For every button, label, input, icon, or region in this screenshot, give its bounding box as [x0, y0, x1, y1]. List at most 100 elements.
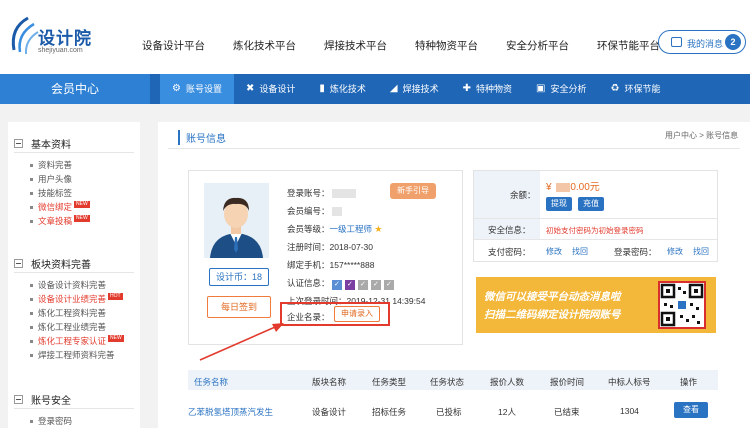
divider [168, 148, 740, 149]
cert-badge-icon[interactable]: ✓ [383, 280, 394, 290]
retrieve-login-password-link[interactable]: 找回 [693, 246, 709, 257]
balance-value: ¥ 0.00元 [546, 178, 600, 193]
sidebar: 基本资料 资料完善 用户头像 技能标签 微信绑定 NEW 文章投稿 NEW 板块资料… [8, 122, 140, 428]
tab-account-settings[interactable]: ⚙ 账号设置 [160, 74, 234, 104]
sidebar-item-profile[interactable]: 资料完善 [30, 159, 72, 171]
modify-pay-password-link[interactable]: 修改 [546, 246, 562, 257]
bullet [30, 164, 33, 168]
sub-navigation: ⚙ 账号设置 ✖ 设备设计 ▮ 炼化技术 ◢ 焊接技术 ✚ 特种物资 ▣ 安全分… [160, 74, 673, 104]
cert-badge-icon[interactable]: ✓ [370, 280, 381, 290]
coin-balance-button[interactable]: 设计币：18 [209, 268, 269, 286]
bullet [30, 298, 33, 302]
account-row: 登录账号： [287, 187, 356, 199]
withdraw-button[interactable]: 提现 [546, 197, 572, 211]
newbie-guide-button[interactable]: 新手引导 [390, 183, 436, 199]
sidebar-item-refining-profile[interactable]: 炼化工程资料完善 [30, 307, 106, 319]
column-header: 任务类型 [372, 377, 407, 387]
nav-refining[interactable]: 炼化技术平台 [233, 38, 296, 53]
item-label: 技能标签 [38, 188, 73, 198]
sidebar-item-equip-profile[interactable]: 设备设计资料完善 [30, 279, 106, 291]
nav-special-materials[interactable]: 特种物资平台 [415, 38, 478, 53]
hot-badge: HOT [108, 293, 123, 300]
breadcrumb: 用户中心 > 账号信息 [665, 131, 739, 140]
sidebar-item-article[interactable]: 文章投稿 NEW [30, 215, 90, 227]
register-label: 注册时间： [287, 242, 330, 252]
sidebar-section-security[interactable]: 账号安全 [14, 392, 71, 407]
sidebar-item-skills[interactable]: 技能标签 [30, 187, 72, 199]
column-header: 报价时间 [550, 377, 585, 387]
tab-special-materials[interactable]: ✚ 特种物资 [451, 74, 524, 104]
level-link[interactable]: 一级工程师 [330, 224, 373, 234]
bullet [30, 354, 33, 358]
modify-login-password-link[interactable]: 修改 [667, 246, 683, 257]
bullet [30, 312, 33, 316]
pay-password-label: 支付密码： [488, 247, 531, 257]
daily-signin-button[interactable]: 每日签到 [207, 296, 271, 318]
tab-label: 炼化技术 [329, 84, 366, 94]
torch-icon: ◢ [389, 83, 398, 94]
masked-value [331, 207, 342, 217]
sidebar-item-refining-expert[interactable]: 炼化工程专家认证 NEW [30, 335, 124, 347]
bullet [30, 192, 33, 196]
currency: ¥ [546, 182, 552, 193]
tab-equipment-design[interactable]: ✖ 设备设计 [234, 74, 307, 104]
sidebar-item-login-password[interactable]: 登录密码 [30, 415, 72, 427]
member-center-title[interactable]: 会员中心 [0, 74, 150, 104]
recharge-button[interactable]: 充值 [578, 197, 604, 211]
new-badge: NEW [74, 201, 90, 208]
retrieve-pay-password-link[interactable]: 找回 [572, 246, 588, 257]
sidebar-item-equip-performance[interactable]: 设备设计业绩完善 HOT [30, 293, 123, 305]
tab-safety-analysis[interactable]: ▣ 安全分析 [524, 74, 598, 104]
tab-eco-energy[interactable]: ♻ 环保节能 [599, 74, 673, 104]
tab-label: 特种物资 [476, 84, 513, 94]
sidebar-section-basic[interactable]: 基本资料 [14, 136, 71, 151]
sidebar-item-wechat[interactable]: 微信绑定 NEW [30, 201, 90, 213]
sidebar-item-refining-performance[interactable]: 炼化工程业绩完善 [30, 321, 106, 333]
column-header: 操作 [680, 377, 698, 387]
member-no-label: 会员编号： [287, 206, 330, 216]
item-label: 炼化工程专家认证 [38, 336, 107, 346]
bullet [30, 284, 33, 288]
login-password-label: 登录密码： [614, 247, 657, 257]
nav-safety-analysis[interactable]: 安全分析平台 [506, 38, 569, 53]
avatar[interactable] [204, 183, 269, 258]
register-value: 2018-07-30 [329, 242, 373, 252]
tab-label: 焊接技术 [402, 84, 439, 94]
nav-eco-energy[interactable]: 环保节能平台 [597, 38, 660, 53]
register-row: 注册时间：2018-07-30 [287, 241, 373, 253]
apply-entry-button[interactable]: 申请录入 [334, 306, 380, 322]
sidebar-item-avatar[interactable]: 用户头像 [30, 173, 72, 185]
item-label: 炼化工程资料完善 [38, 308, 107, 318]
item-label: 文章投稿 [38, 216, 73, 226]
tools-icon: ✖ [245, 83, 255, 94]
bullet [30, 340, 33, 344]
cert-badge-icon[interactable]: ✓ [344, 280, 355, 290]
cert-badge-icon[interactable]: ✓ [331, 280, 342, 290]
user-avatar-icon [204, 183, 269, 258]
section-title: 板块资料完善 [31, 260, 91, 271]
sidebar-item-welding-profile[interactable]: 焊接工程师资料完善 [30, 349, 115, 361]
tab-label: 账号设置 [185, 84, 222, 94]
column-header: 中标人标号 [608, 377, 651, 387]
task-name-link[interactable]: 乙苯脱氢塔顶蒸汽发生 [188, 406, 273, 418]
column-header: 版块名称 [312, 377, 347, 387]
nav-equipment-design[interactable]: 设备设计平台 [142, 38, 205, 53]
cert-badge-icon[interactable]: ✓ [357, 280, 368, 290]
nav-welding[interactable]: 焊接技术平台 [324, 38, 387, 53]
account-label: 登录账号： [287, 188, 330, 198]
wechat-banner[interactable]: 微信可以接受平台动态消息啦 扫描二维码绑定设计院网账号 [476, 277, 716, 333]
balance-amount: 0.00元 [570, 182, 600, 193]
gear-icon: ⚙ [172, 83, 181, 94]
tab-welding[interactable]: ◢ 焊接技术 [378, 74, 451, 104]
task-winner-no: 1304 [620, 406, 639, 416]
top-navigation: 设备设计平台 炼化技术平台 焊接技术平台 特种物资平台 安全分析平台 环保节能平… [142, 38, 688, 53]
item-label: 设备设计业绩完善 [38, 294, 107, 304]
sidebar-section-board[interactable]: 板块资料完善 [14, 256, 91, 271]
materials-icon: ✚ [462, 83, 472, 94]
tab-refining[interactable]: ▮ 炼化技术 [307, 74, 378, 104]
view-task-button[interactable]: 查看 [674, 402, 708, 418]
my-messages-button[interactable]: 我的消息 2 [658, 30, 746, 54]
qr-code-icon [658, 281, 706, 329]
factory-icon: ▮ [319, 83, 325, 94]
tab-label: 设备设计 [259, 84, 296, 94]
